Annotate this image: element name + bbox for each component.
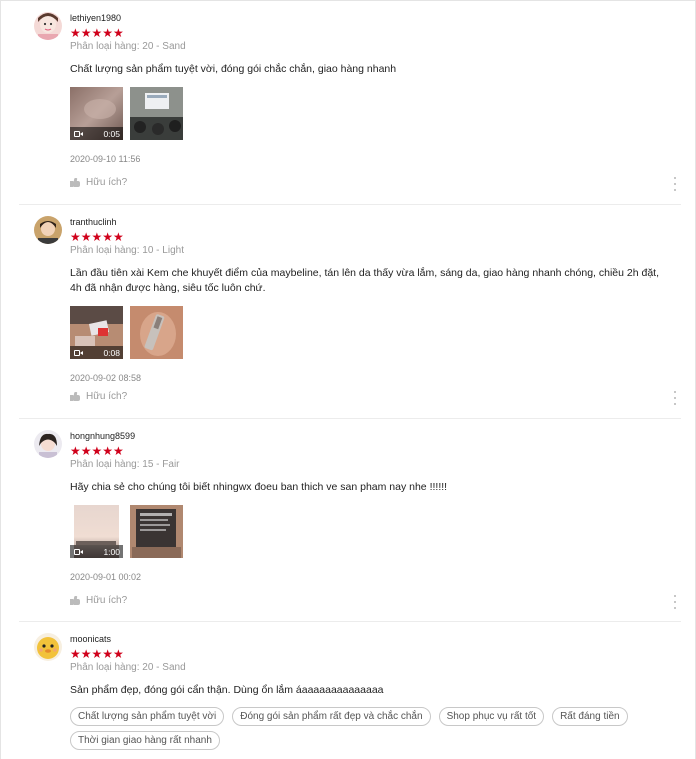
- review-date: 2020-09-10 11:56: [70, 154, 141, 164]
- thumb-up-icon: [70, 596, 80, 605]
- photo-thumbnail[interactable]: [130, 306, 183, 359]
- review-comment: Lần đầu tiên xài Kem che khuyết điểm của…: [70, 267, 660, 294]
- review-item: tranthuclinh ★★★★★ Phân loại hàng: 10 - …: [19, 205, 681, 419]
- review-tag: Chất lượng sản phẩm tuyệt vời: [70, 707, 225, 726]
- video-thumbnail[interactable]: 0:08: [70, 306, 123, 359]
- thumb-up-icon: [70, 392, 80, 401]
- helpful-button[interactable]: Hữu ích?: [70, 391, 127, 402]
- review-comment: Sản phẩm đẹp, đóng gói cẩn thận. Dùng ổn…: [70, 684, 384, 696]
- username[interactable]: lethiyen1980: [70, 12, 681, 24]
- video-thumbnail[interactable]: 1:00: [70, 505, 123, 558]
- photo-thumbnail[interactable]: [130, 505, 183, 558]
- more-vertical-icon[interactable]: [673, 177, 677, 191]
- video-camera-icon: [74, 548, 83, 555]
- avatar[interactable]: [34, 216, 62, 244]
- review-tags: Chất lượng sản phẩm tuyệt vời Đóng gói s…: [70, 707, 670, 750]
- star-rating: ★★★★★: [70, 230, 124, 244]
- review-item: lethiyen1980 ★★★★★ Phân loại hàng: 20 - …: [19, 1, 681, 205]
- review-media: 1:00: [70, 505, 681, 558]
- helpful-label: Hữu ích?: [86, 595, 128, 606]
- helpful-label: Hữu ích?: [86, 177, 128, 188]
- review-comment: Hãy chia sẻ cho chúng tôi biết nhingwx đ…: [70, 481, 448, 493]
- review-date: 2020-09-01 00:02: [70, 572, 142, 582]
- review-tag: Shop phục vụ rất tốt: [438, 707, 545, 726]
- review-date: 2020-09-02 08:58: [70, 373, 142, 383]
- review-tag: Đóng gói sản phẩm rất đẹp và chắc chắn: [232, 707, 431, 726]
- username[interactable]: hongnhung8599: [70, 430, 681, 442]
- photo-thumbnail[interactable]: [130, 87, 183, 140]
- variation-label: Phân loại hàng: 15 - Fair: [70, 459, 180, 470]
- avatar[interactable]: [34, 12, 62, 40]
- more-vertical-icon[interactable]: [673, 391, 677, 405]
- review-list: lethiyen1980 ★★★★★ Phân loại hàng: 20 - …: [0, 0, 696, 759]
- helpful-label: Hữu ích?: [86, 391, 128, 402]
- variation-label: Phân loại hàng: 20 - Sand: [70, 41, 186, 52]
- avatar[interactable]: [34, 633, 62, 661]
- star-rating: ★★★★★: [70, 26, 124, 40]
- star-rating: ★★★★★: [70, 647, 124, 661]
- video-thumbnail[interactable]: 0:05: [70, 87, 123, 140]
- variation-label: Phân loại hàng: 10 - Light: [70, 245, 184, 256]
- thumb-up-icon: [70, 178, 80, 187]
- review-item: moonicats ★★★★★ Phân loại hàng: 20 - San…: [19, 622, 681, 759]
- review-comment: Chất lượng sản phẩm tuyệt vời, đóng gói …: [70, 63, 397, 75]
- star-rating: ★★★★★: [70, 444, 124, 458]
- video-duration: 1:00: [103, 546, 120, 557]
- review-tag: Thời gian giao hàng rất nhanh: [70, 731, 220, 750]
- variation-label: Phân loại hàng: 20 - Sand: [70, 662, 186, 673]
- video-duration: 0:08: [103, 347, 120, 358]
- avatar[interactable]: [34, 430, 62, 458]
- review-media: 0:08: [70, 306, 681, 359]
- review-tag: Rất đáng tiền: [552, 707, 628, 726]
- username[interactable]: tranthuclinh: [70, 216, 681, 228]
- helpful-button[interactable]: Hữu ích?: [70, 177, 127, 188]
- username[interactable]: moonicats: [70, 633, 681, 645]
- video-duration: 0:05: [103, 128, 120, 139]
- more-vertical-icon[interactable]: [673, 595, 677, 609]
- video-camera-icon: [74, 130, 83, 137]
- video-camera-icon: [74, 349, 83, 356]
- helpful-button[interactable]: Hữu ích?: [70, 595, 127, 606]
- review-item: hongnhung8599 ★★★★★ Phân loại hàng: 15 -…: [19, 419, 681, 622]
- review-media: 0:05: [70, 87, 681, 140]
